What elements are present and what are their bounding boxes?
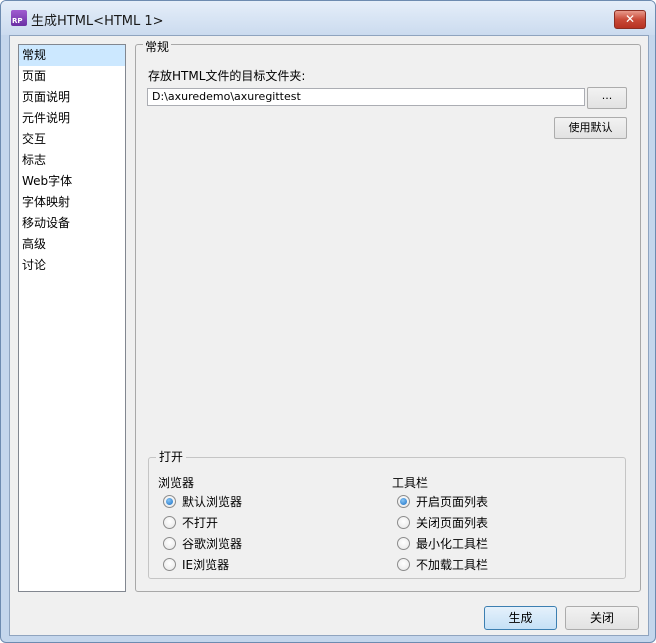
radio-indicator[interactable] — [163, 494, 176, 508]
target-folder-label: 存放HTML文件的目标文件夹: — [148, 69, 306, 83]
nav-item-logo[interactable]: 标志 — [19, 150, 125, 171]
target-folder-input[interactable] — [147, 88, 585, 106]
nav-item-discussion[interactable]: 讨论 — [19, 255, 125, 276]
radio-label: 关闭页面列表 — [416, 515, 489, 530]
panel-legend: 常规 — [143, 40, 172, 54]
radio-label: 最小化工具栏 — [416, 536, 489, 551]
radio-no-toolbar[interactable]: 不加载工具栏 — [397, 555, 488, 573]
nav-item-interactions[interactable]: 交互 — [19, 129, 125, 150]
general-settings-panel: 常规 存放HTML文件的目标文件夹: ... 使用默认 打开 浏览器 工具栏 默… — [135, 40, 641, 592]
radio-indicator[interactable] — [397, 557, 410, 571]
use-default-button[interactable]: 使用默认 — [554, 117, 627, 139]
nav-item-font-mappings[interactable]: 字体映射 — [19, 192, 125, 213]
toolbar-heading: 工具栏 — [392, 476, 429, 490]
radio-do-not-open[interactable]: 不打开 — [163, 513, 218, 531]
dialog-window: RP 生成HTML<HTML 1> ✕ 常规 页面 页面说明 元件说明 交互 标… — [0, 0, 656, 643]
nav-item-pages[interactable]: 页面 — [19, 66, 125, 87]
radio-chrome[interactable]: 谷歌浏览器 — [163, 534, 242, 552]
window-close-button[interactable]: ✕ — [614, 10, 646, 29]
radio-indicator[interactable] — [163, 515, 176, 529]
radio-label: IE浏览器 — [182, 557, 230, 572]
title-bar[interactable]: RP 生成HTML<HTML 1> ✕ — [1, 1, 655, 35]
open-options-group: 打开 浏览器 工具栏 默认浏览器 不打开 谷歌浏览器 IE浏览器 开启页面列表 … — [148, 450, 626, 579]
window-title: 生成HTML<HTML 1> — [31, 14, 164, 29]
radio-indicator[interactable] — [397, 536, 410, 550]
nav-item-advanced[interactable]: 高级 — [19, 234, 125, 255]
radio-indicator[interactable] — [163, 536, 176, 550]
nav-item-general[interactable]: 常规 — [19, 45, 125, 66]
browse-folder-button[interactable]: ... — [587, 87, 627, 109]
radio-close-page-list[interactable]: 关闭页面列表 — [397, 513, 488, 531]
radio-default-browser[interactable]: 默认浏览器 — [163, 492, 242, 510]
radio-label: 谷歌浏览器 — [182, 536, 243, 551]
close-button[interactable]: 关闭 — [565, 606, 639, 630]
open-group-legend: 打开 — [156, 450, 187, 464]
radio-label: 默认浏览器 — [182, 494, 243, 509]
settings-nav-list: 常规 页面 页面说明 元件说明 交互 标志 Web字体 字体映射 移动设备 高级… — [18, 44, 126, 592]
nav-item-mobile-devices[interactable]: 移动设备 — [19, 213, 125, 234]
axure-rp-icon: RP — [11, 10, 27, 26]
radio-label: 不加载工具栏 — [416, 557, 489, 572]
nav-item-web-fonts[interactable]: Web字体 — [19, 171, 125, 192]
radio-minimize-toolbar[interactable]: 最小化工具栏 — [397, 534, 488, 552]
generate-button[interactable]: 生成 — [484, 606, 557, 630]
radio-label: 不打开 — [182, 515, 219, 530]
radio-indicator[interactable] — [397, 515, 410, 529]
browser-heading: 浏览器 — [158, 476, 195, 490]
radio-indicator[interactable] — [163, 557, 176, 571]
radio-label: 开启页面列表 — [416, 494, 489, 509]
radio-open-page-list[interactable]: 开启页面列表 — [397, 492, 488, 510]
dialog-body: 常规 页面 页面说明 元件说明 交互 标志 Web字体 字体映射 移动设备 高级… — [9, 35, 649, 636]
nav-item-page-notes[interactable]: 页面说明 — [19, 87, 125, 108]
radio-ie[interactable]: IE浏览器 — [163, 555, 229, 573]
radio-indicator[interactable] — [397, 494, 410, 508]
nav-item-widget-notes[interactable]: 元件说明 — [19, 108, 125, 129]
